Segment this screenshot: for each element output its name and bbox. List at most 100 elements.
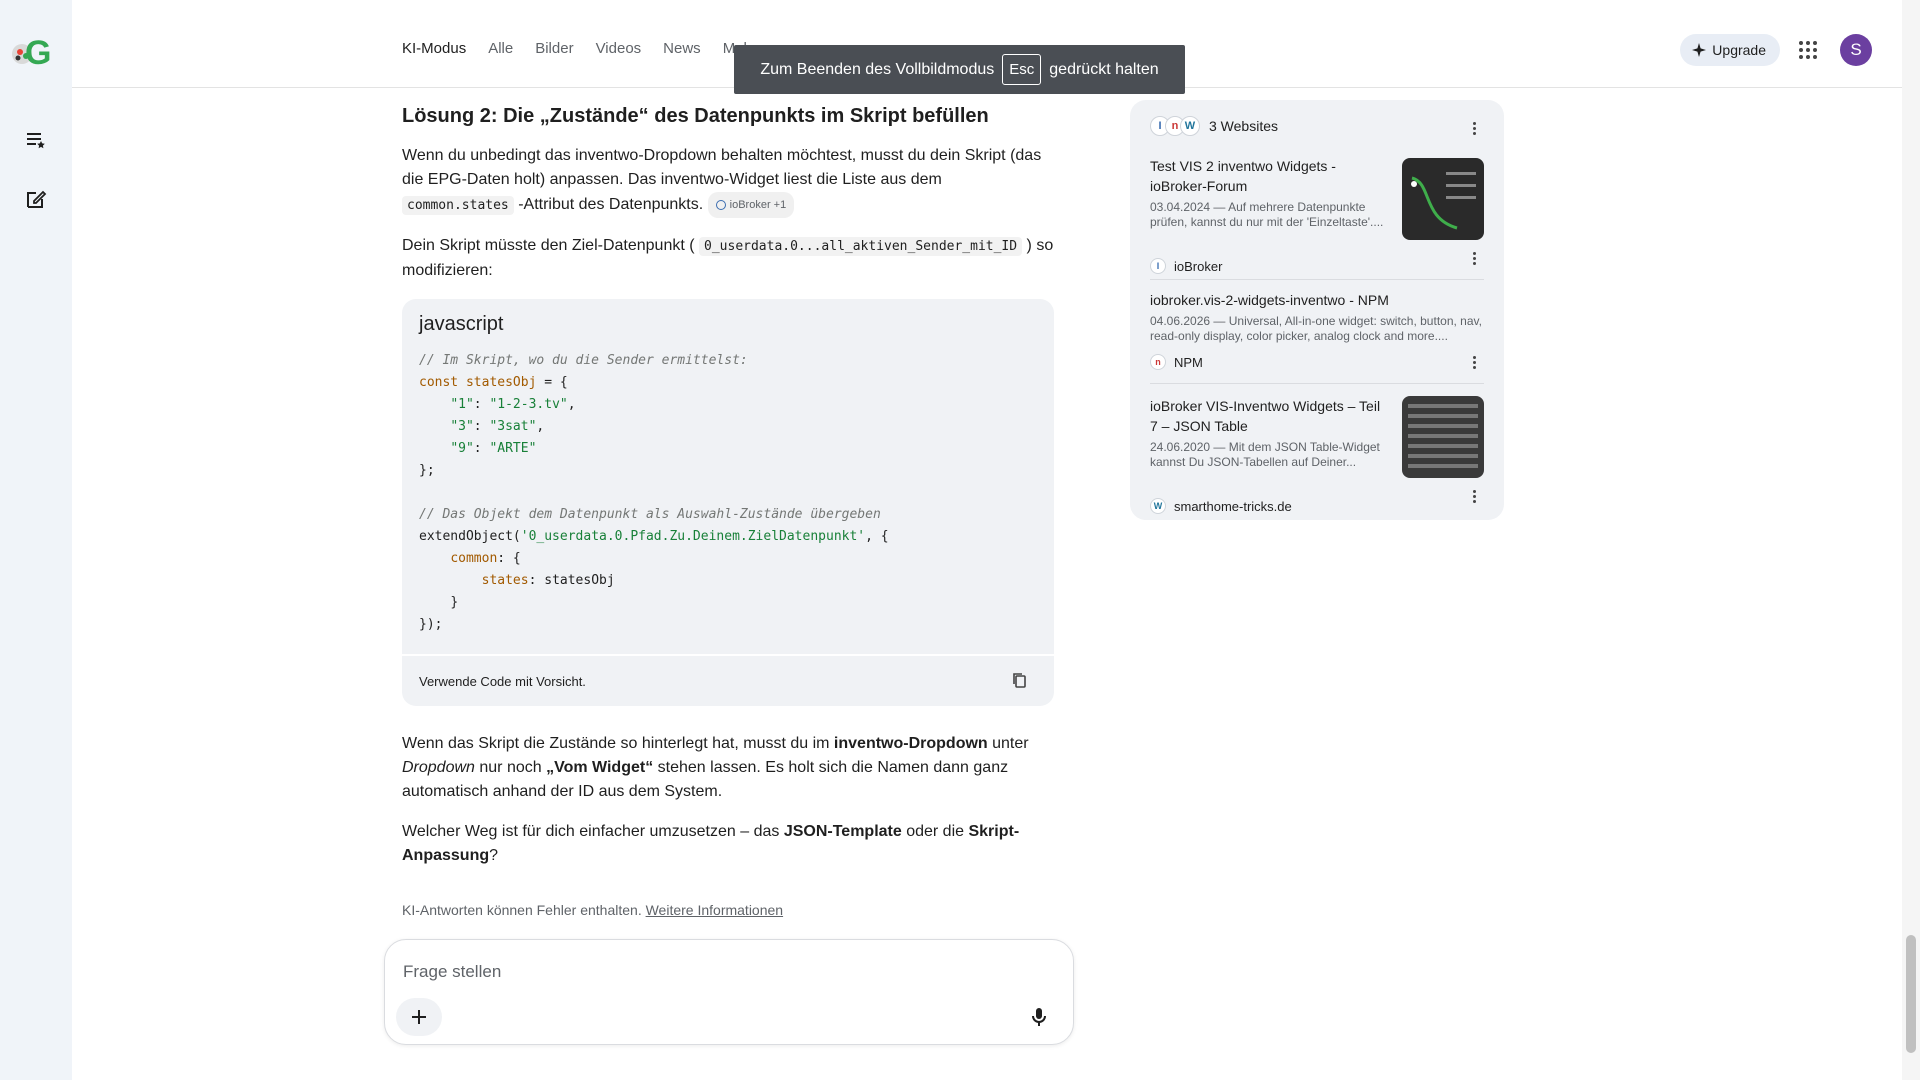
- p3-bold-2: „Vom Widget“: [546, 759, 654, 777]
- p1-text-a: Wenn du unbedingt das inventwo-Dropdown …: [402, 147, 1042, 188]
- source-thumbnail: [1402, 396, 1484, 478]
- source-site-name: ioBroker: [1174, 258, 1223, 274]
- code-caution-text: Verwende Code mit Vorsicht.: [419, 673, 586, 689]
- code-text: }: [450, 595, 459, 611]
- toast-esc-key: Esc: [1002, 54, 1042, 85]
- p4-text-c: oder die: [901, 823, 969, 841]
- code-variable: statesObj: [465, 375, 537, 391]
- plus-icon: [412, 1010, 426, 1024]
- code-key: "9": [450, 441, 474, 457]
- npm-favicon-icon: n: [1150, 354, 1166, 370]
- source-card-2[interactable]: iobroker.vis-2-widgets-inventwo - NPM 04…: [1150, 290, 1484, 380]
- upgrade-label: Upgrade: [1712, 42, 1766, 58]
- copy-icon[interactable]: [1010, 671, 1030, 691]
- source-chip[interactable]: ioBroker +1: [707, 192, 795, 218]
- code-property: states: [481, 573, 529, 589]
- code-key: "3": [450, 419, 474, 435]
- source-more-icon[interactable]: [1464, 352, 1484, 372]
- p1-code: common.states: [402, 196, 514, 216]
- apps-grid-icon[interactable]: [1796, 38, 1820, 62]
- p3-italic: Dropdown: [402, 759, 475, 777]
- sources-panel: I n W 3 Websites Test VIS 2 inventwo Wid…: [1130, 100, 1504, 520]
- divider: [1150, 279, 1484, 280]
- sources-count: 3 Websites: [1209, 118, 1278, 134]
- add-button[interactable]: [396, 998, 442, 1036]
- source-thumbnail: [1402, 158, 1484, 240]
- paragraph-4: Welcher Weg ist für dich einfacher umzus…: [402, 820, 1054, 868]
- source-more-icon[interactable]: [1464, 486, 1484, 506]
- p3-text-d: nur noch: [474, 759, 547, 777]
- svg-text:G: G: [25, 34, 51, 72]
- fullscreen-toast: Zum Beenden des Vollbildmodus Esc gedrüc…: [734, 45, 1185, 94]
- sources-more-icon[interactable]: [1464, 118, 1484, 138]
- source-site: I ioBroker: [1150, 258, 1222, 274]
- avatar[interactable]: S: [1840, 34, 1872, 66]
- code-language: javascript: [419, 313, 504, 336]
- code-comment: // Das Objekt dem Datenpunkt als Auswahl…: [419, 507, 881, 523]
- source-title: ioBroker VIS-Inventwo Widgets – Teil 7 –…: [1150, 398, 1381, 434]
- microphone-icon[interactable]: [1027, 1005, 1051, 1029]
- ask-input[interactable]: Frage stellen: [403, 962, 501, 982]
- tab-alle[interactable]: Alle: [488, 40, 513, 57]
- p4-text-a: Welcher Weg ist für dich einfacher umzus…: [402, 823, 784, 841]
- source-card-3[interactable]: ioBroker VIS-Inventwo Widgets – Teil 7 –…: [1150, 396, 1484, 514]
- tab-videos[interactable]: Videos: [596, 40, 642, 57]
- iobroker-favicon-icon: I: [1150, 258, 1166, 274]
- upgrade-button[interactable]: Upgrade: [1680, 34, 1780, 66]
- code-value: "ARTE": [489, 441, 537, 457]
- source-chip-label: ioBroker +1: [729, 199, 787, 211]
- sources-header[interactable]: I n W 3 Websites: [1150, 116, 1278, 136]
- code-value: "1-2-3.tv": [489, 397, 568, 413]
- paragraph-2: Dein Skript müsste den Ziel-Datenpunkt (…: [402, 234, 1054, 283]
- paragraph-3: Wenn das Skript die Zustände so hinterle…: [402, 732, 1054, 804]
- code-text: = {: [536, 375, 568, 391]
- answer-content: Lösung 2: Die „Zustände“ des Datenpunkts…: [402, 88, 1054, 918]
- source-favicons: I n W: [1150, 116, 1200, 136]
- source-snippet: 03.04.2024 — Auf mehrere Datenpunkte prü…: [1150, 200, 1384, 229]
- source-title: iobroker.vis-2-widgets-inventwo - NPM: [1150, 292, 1389, 308]
- source-snippet: 24.06.2020 — Mit dem JSON Table-Widget k…: [1150, 440, 1380, 469]
- p2-text-a: Dein Skript müsste den Ziel-Datenpunkt (: [402, 237, 700, 255]
- code-block: javascript // Im Skript, wo du die Sende…: [402, 299, 1054, 655]
- tab-news[interactable]: News: [663, 40, 701, 57]
- sparkle-icon: [1692, 43, 1707, 57]
- code-property: common: [450, 551, 498, 567]
- ai-disclaimer: KI-Antworten können Fehler enthalten. We…: [402, 902, 1054, 918]
- ask-box[interactable]: Frage stellen: [384, 939, 1074, 1045]
- more-info-link[interactable]: Weitere Informationen: [646, 902, 783, 918]
- new-chat-icon[interactable]: [20, 183, 52, 215]
- source-site-name: smarthome-tricks.de: [1174, 498, 1292, 514]
- scrollbar-thumb[interactable]: [1906, 935, 1916, 1053]
- code-text: };: [419, 463, 435, 479]
- code-key: "1": [450, 397, 474, 413]
- source-card-1[interactable]: Test VIS 2 inventwo Widgets - ioBroker-F…: [1150, 156, 1484, 274]
- p4-bold-1: JSON-Template: [783, 823, 902, 841]
- wordpress-favicon-icon: W: [1180, 116, 1200, 136]
- code-string: '0_userdata.0.Pfad.Zu.Deinem.ZielDatenpu…: [520, 529, 866, 545]
- p3-text-c: unter: [987, 735, 1029, 753]
- p4-text-d: ?: [489, 847, 499, 865]
- app-logo-icon[interactable]: G: [8, 28, 56, 76]
- solution-heading: Lösung 2: Die „Zustände“ des Datenpunkts…: [402, 105, 989, 127]
- page-scrollbar[interactable]: [1902, 0, 1920, 1080]
- left-rail: G: [0, 0, 72, 1080]
- code-text: });: [419, 617, 443, 633]
- tab-ki-modus[interactable]: KI-Modus: [402, 40, 466, 57]
- source-site: W smarthome-tricks.de: [1150, 498, 1292, 514]
- tab-bilder[interactable]: Bilder: [535, 40, 573, 57]
- p3-bold-1: inventwo-Dropdown: [833, 735, 988, 753]
- code-keyword: const: [419, 375, 459, 391]
- paragraph-1: Wenn du unbedingt das inventwo-Dropdown …: [402, 144, 1054, 218]
- code-text: , {: [865, 529, 889, 545]
- code-content: // Im Skript, wo du die Sender ermittels…: [419, 353, 889, 633]
- source-site-name: NPM: [1174, 354, 1203, 370]
- source-snippet: 04.06.2026 — Universal, All-in-one widge…: [1150, 314, 1482, 343]
- iobroker-icon: [715, 200, 726, 210]
- code-value: "3sat": [489, 419, 537, 435]
- p2-code: 0_userdata.0...all_aktiven_Sender_mit_ID: [699, 237, 1023, 257]
- history-list-icon[interactable]: [20, 124, 52, 156]
- p1-text-b: -Attribut des Datenpunkts.: [513, 196, 704, 214]
- wordpress-favicon-icon: W: [1150, 498, 1166, 514]
- source-title: Test VIS 2 inventwo Widgets - ioBroker-F…: [1150, 158, 1336, 194]
- source-more-icon[interactable]: [1464, 248, 1484, 268]
